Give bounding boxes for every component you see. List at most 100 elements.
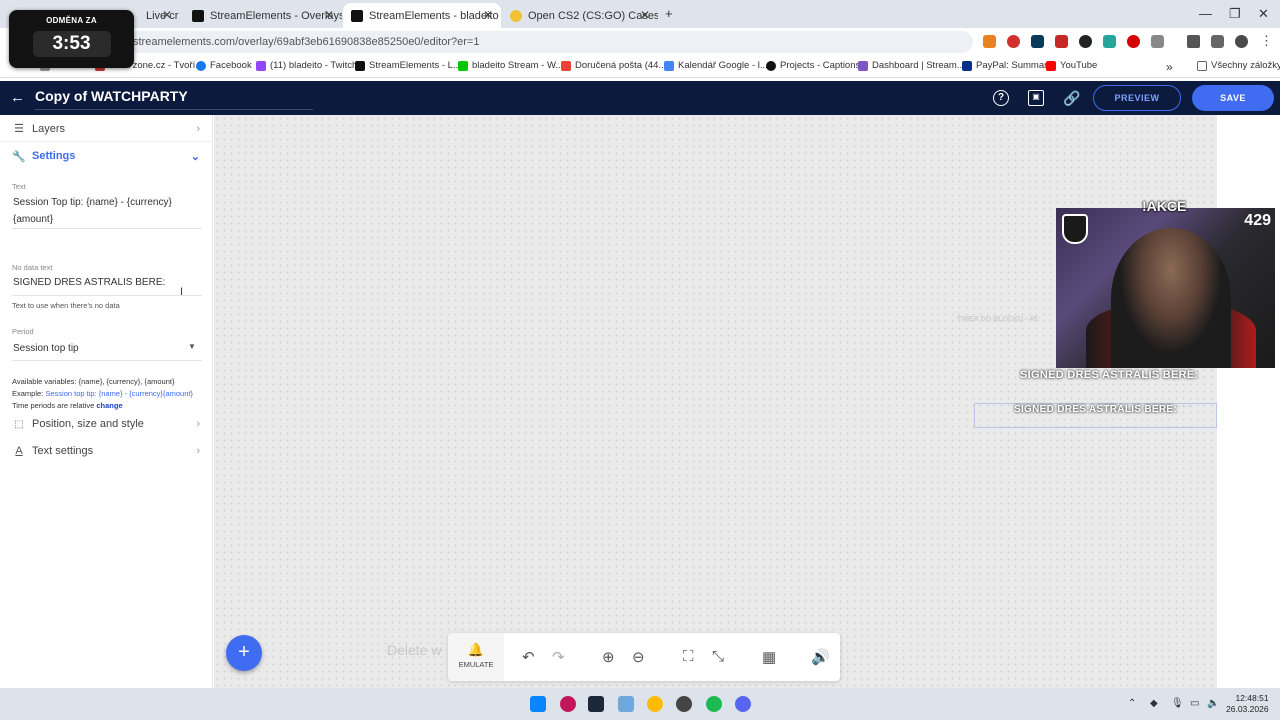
bookmark[interactable]: (11) bladeito - Twitch [256,60,357,71]
position-row[interactable]: ⬚ Position, size and style › [0,411,213,437]
extension-icon[interactable] [1007,35,1020,48]
chrome-icon[interactable] [647,696,663,712]
grid-icon[interactable]: ▦ [762,648,776,666]
minimize-icon[interactable]: — [1199,6,1212,21]
more-icon[interactable]: ⋮ [1260,33,1273,49]
steam-icon[interactable] [588,696,604,712]
spotify-icon[interactable] [706,696,722,712]
webcam-widget[interactable]: 429 [1056,208,1275,368]
zoom-in-icon[interactable]: ⊕ [602,648,615,666]
bookmark[interactable]: StreamElements - L... [355,60,461,71]
preview-button[interactable]: PREVIEW [1093,85,1181,111]
position-label: Position, size and style [32,418,144,430]
network-icon[interactable]: ▭ [1190,698,1199,709]
save-button[interactable]: SAVE [1192,85,1274,111]
bookmark[interactable]: Dashboard | Stream... [858,60,965,71]
link-icon[interactable]: 🔗 [1063,90,1080,106]
back-arrow-icon[interactable]: ← [10,89,25,106]
extension-icon[interactable] [1103,35,1116,48]
bookmark[interactable]: Kalendář Google - l... [664,60,768,71]
text-field[interactable]: Session Top tip: {name} - {currency} {am… [13,194,172,228]
system-clock[interactable]: 12:48:51 26.03.2026 [1226,693,1269,715]
webcam-person [1111,228,1231,368]
period-label: Period [12,327,34,336]
extension-icon[interactable] [1127,35,1140,48]
undo-icon[interactable]: ↶ [522,648,535,666]
signed-text-widget[interactable]: SIGNED DRES ASTRALIS BERE: [1020,369,1199,381]
speaker-icon[interactable]: 🔈 [1207,698,1219,709]
chevron-right-icon: › [196,122,200,135]
windows-start-icon[interactable] [530,696,546,712]
layers-icon: ☰ [14,123,24,135]
all-bookmarks[interactable]: Všechny záložky [1197,60,1280,71]
collapse-icon[interactable]: ⤡ [712,648,724,665]
bookmark-label: Projects - Captions [780,60,861,71]
zoom-out-icon[interactable]: ⊖ [632,648,645,666]
layers-row[interactable]: ☰ Layers › [0,116,213,142]
address-bar: streamelements.com/overlay/69abf3eb61690… [0,28,1280,77]
new-tab-icon[interactable]: + [665,6,673,21]
bookmarks-bar: SONGS PLAYzone.cz - Tvoří... Facebook (1… [0,56,1280,78]
window-close-icon[interactable]: ✕ [1258,6,1269,22]
avatar[interactable] [1235,35,1248,48]
redo-icon[interactable]: ↷ [552,648,565,666]
chevron-right-icon: › [196,445,200,457]
add-widget-button[interactable]: + [226,635,262,671]
bookmark[interactable]: bladeito Stream - W... [458,60,563,71]
microphone-icon[interactable]: 🎙 [1171,698,1184,709]
download-icon[interactable] [1187,35,1200,48]
bookmark-label: Kalendář Google - l... [678,60,768,71]
bookmark[interactable]: Facebook [196,60,252,71]
streamelements-icon [351,9,363,22]
nodata-field[interactable]: SIGNED DRES ASTRALIS BERE: [13,274,165,291]
close-icon[interactable]: ✕ [640,8,650,22]
gmail-icon [561,60,571,71]
puzzle-icon[interactable] [1151,35,1164,48]
chevron-right-icon[interactable]: » [1166,60,1173,74]
tray-icon[interactable]: ◆ [1150,698,1158,709]
extension-icon[interactable] [983,35,996,48]
calendar-icon [664,60,674,71]
extension-icon[interactable] [1079,35,1092,48]
bookmark[interactable]: YouTube [1046,60,1097,71]
overlay-canvas[interactable] [214,115,1217,688]
editor-header: ← Copy of WATCHPARTY ? ▣ 🔗 PREVIEW SAVE [0,81,1280,115]
volume-icon[interactable]: 🔊 [811,648,830,666]
bookmark[interactable]: Projects - Captions [766,60,860,71]
app-icon[interactable] [560,696,576,712]
menu-icon[interactable] [1211,35,1224,48]
text-field-line: Session Top tip: {name} - {currency} [13,197,172,208]
browser-tab-4[interactable]: Open CS2 (CS:GO) Cases & Get ✕ [502,3,658,28]
close-icon[interactable]: ✕ [483,8,493,22]
screen-icon[interactable]: ▣ [1028,90,1044,106]
divider [12,228,202,229]
chevron-up-icon[interactable]: ⌃ [1128,698,1136,709]
bookmark[interactable]: PayPal: Summary [962,60,1052,71]
url-field[interactable]: streamelements.com/overlay/69abf3eb61690… [125,31,973,53]
fit-screen-icon[interactable]: ⛶ [683,648,694,665]
close-icon[interactable]: ✕ [324,8,334,22]
discord-icon[interactable] [735,696,751,712]
browser-tab-2[interactable]: StreamElements - Overlays ✕ [184,3,342,28]
settings-row[interactable]: 🔧 Settings ⌄ [0,143,213,169]
selected-text-widget[interactable]: SIGNED DRES ASTRALIS BERE: [1014,404,1177,415]
close-icon[interactable]: ✕ [162,8,172,22]
settings-label: Settings [32,150,76,162]
period-select[interactable]: Session top tip [13,340,79,357]
help-icon[interactable]: ? [993,90,1009,106]
extension-icon[interactable] [1055,35,1068,48]
extension-icon[interactable] [1031,35,1044,48]
maximize-icon[interactable]: ❐ [1229,6,1241,22]
obs-icon[interactable] [676,696,692,712]
browser-tab-3[interactable]: StreamElements - bladeito ✕ [343,3,501,28]
change-link[interactable]: change [96,401,122,410]
url-text: streamelements.com/overlay/69abf3eb61690… [133,36,480,48]
text-settings-row[interactable]: A Text settings › [0,438,213,464]
app-icon[interactable] [618,696,634,712]
overlay-title[interactable]: Copy of WATCHPARTY [35,88,313,110]
canvas-margin [1217,115,1280,688]
dropdown-arrow-icon[interactable]: ▼ [188,342,196,351]
tab-label: StreamElements - Overlays [210,9,342,22]
emulate-button[interactable]: 🔔 EMULATE [448,633,504,681]
bookmark[interactable]: Doručená pošta (44... [561,60,666,71]
